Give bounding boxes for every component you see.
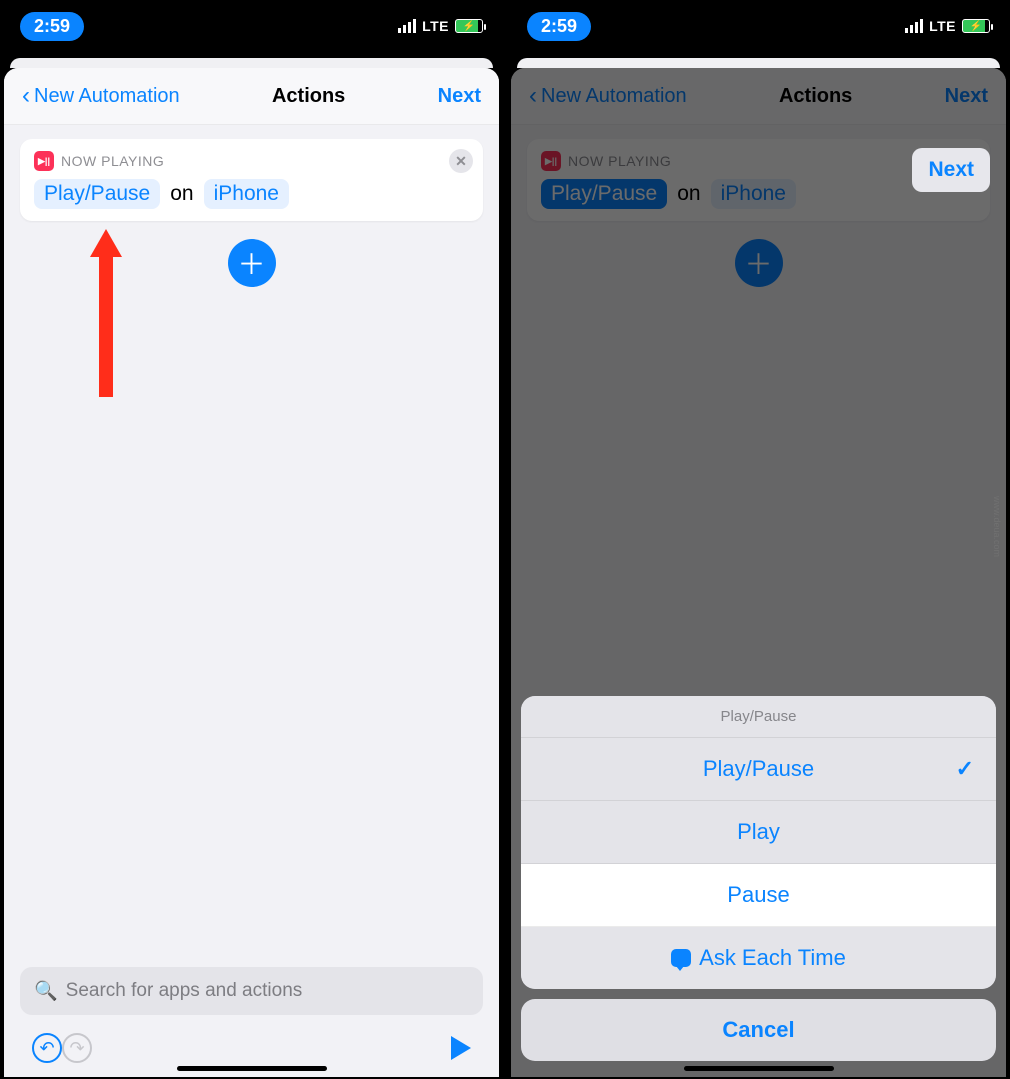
signal-icon [905,19,923,33]
option-playpause[interactable]: Play/Pause [521,738,996,801]
status-time: 2:59 [20,12,84,41]
playpause-parameter[interactable]: Play/Pause [34,179,160,209]
action-sheet-group: Play/Pause Play/Pause Play Pause Ask Eac… [521,696,996,989]
annotation-arrow [90,229,122,397]
remove-action-button[interactable]: ✕ [449,149,473,173]
option-label: Ask Each Time [699,945,846,971]
chevron-left-icon: ‹ [22,82,30,110]
left-screenshot: 2:59 LTE ⚡ ‹ New Automation Actions Next… [2,2,501,1077]
network-label: LTE [422,18,449,34]
cancel-button[interactable]: Cancel [521,999,996,1061]
option-ask-each-time[interactable]: Ask Each Time [521,927,996,989]
battery-icon: ⚡ [962,19,990,33]
home-indicator[interactable] [177,1066,327,1071]
status-time: 2:59 [527,12,591,41]
charging-icon: ⚡ [970,21,982,32]
network-label: LTE [929,18,956,34]
nav-bar: ‹ New Automation Actions Next [4,68,499,125]
status-bar: 2:59 LTE ⚡ [509,2,1008,50]
device-parameter[interactable]: iPhone [204,179,289,209]
option-label: Pause [727,882,789,908]
redo-button[interactable]: ↷ [62,1033,92,1063]
undo-button[interactable]: ↶ [32,1033,62,1063]
sheet-stack-edge [2,50,501,68]
back-button[interactable]: ‹ New Automation [22,82,180,110]
search-placeholder: Search for apps and actions [66,980,303,1002]
option-pause[interactable]: Pause [521,864,996,927]
search-field[interactable]: 🔍 Search for apps and actions [20,967,483,1015]
status-bar: 2:59 LTE ⚡ [2,2,501,50]
action-sheet-title: Play/Pause [521,696,996,738]
option-play[interactable]: Play [521,801,996,864]
arrow-head-icon [90,229,122,257]
action-card[interactable]: ▶|| NOW PLAYING ✕ Play/Pause on iPhone [20,139,483,221]
add-action-button[interactable]: ＋ [228,239,276,287]
charging-icon: ⚡ [463,21,475,32]
status-icons: LTE ⚡ [905,18,990,34]
sheet-stack-edge [509,50,1008,68]
home-indicator[interactable] [684,1066,834,1071]
next-button-highlighted[interactable]: Next [912,148,990,192]
plus-icon: ＋ [237,243,265,283]
card-body: Play/Pause on iPhone [34,179,469,209]
run-button[interactable] [451,1036,471,1060]
back-label: New Automation [34,85,180,108]
message-icon [671,949,691,967]
right-screenshot: 2:59 LTE ⚡ ‹ New Automation Actions Next… [509,2,1008,1077]
watermark: www.deua.com [992,496,1002,557]
word-on: on [170,182,193,206]
option-label: Play/Pause [703,756,814,782]
card-header: ▶|| NOW PLAYING [34,151,469,171]
search-icon: 🔍 [34,979,58,1003]
action-sheet: Play/Pause Play/Pause Play Pause Ask Eac… [521,696,996,1061]
modal-sheet: ‹ New Automation Actions Next ▶|| NOW PL… [4,68,499,1077]
close-icon: ✕ [455,153,467,170]
card-label: NOW PLAYING [61,153,164,169]
next-button[interactable]: Next [438,85,481,108]
undo-icon: ↶ [39,1038,54,1059]
now-playing-icon: ▶|| [34,151,54,171]
nav-title: Actions [272,85,345,108]
redo-icon: ↷ [69,1038,84,1059]
option-label: Play [737,819,780,845]
modal-sheet: ‹ New Automation Actions Next ▶|| NOW PL… [511,68,1006,1077]
status-icons: LTE ⚡ [398,18,483,34]
signal-icon [398,19,416,33]
arrow-shaft [99,257,113,397]
battery-icon: ⚡ [455,19,483,33]
content-area: ▶|| NOW PLAYING ✕ Play/Pause on iPhone ＋ [4,125,499,967]
